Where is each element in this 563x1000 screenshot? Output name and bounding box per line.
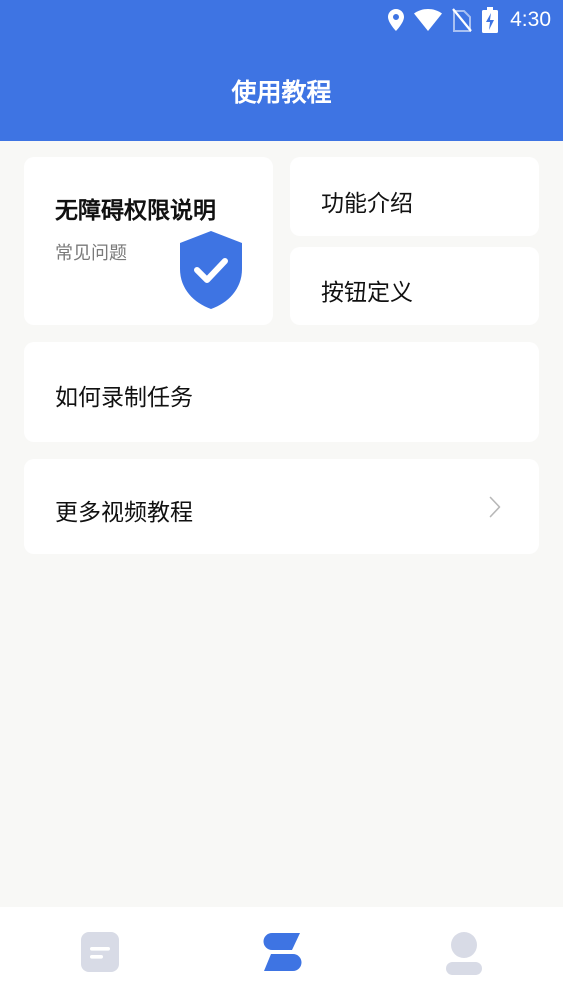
wifi-icon (414, 9, 443, 31)
nav-item-documents[interactable] (6, 907, 193, 1000)
features-intro-label: 功能介绍 (321, 191, 413, 217)
profile-icon (445, 932, 482, 975)
document-icon (80, 932, 119, 972)
nav-item-profile[interactable] (370, 907, 557, 1000)
chevron-right-icon (489, 496, 501, 518)
location-icon (388, 9, 405, 31)
header-bar: 4:30 使用教程 (0, 0, 563, 141)
status-bar: 4:30 (0, 0, 563, 40)
accessibility-card-title: 无障碍权限说明 (55, 198, 216, 224)
shield-check-icon (180, 231, 242, 309)
status-time: 4:30 (510, 8, 551, 31)
no-sim-icon (452, 8, 472, 32)
features-intro-card[interactable]: 功能介绍 (290, 157, 539, 236)
more-video-tutorials-card[interactable]: 更多视频教程 (24, 459, 539, 554)
more-video-tutorials-label: 更多视频教程 (55, 500, 193, 526)
button-definition-label: 按钮定义 (321, 280, 413, 306)
battery-charging-icon (482, 7, 499, 33)
accessibility-card-subtitle: 常见问题 (55, 243, 127, 264)
status-icons: 4:30 (388, 6, 551, 34)
tutorial-icon (263, 933, 301, 971)
page-title: 使用教程 (231, 78, 332, 107)
record-task-label: 如何录制任务 (55, 385, 193, 411)
record-task-card[interactable]: 如何录制任务 (24, 342, 539, 442)
accessibility-permission-card[interactable]: 无障碍权限说明 常见问题 (24, 157, 273, 325)
nav-item-tutorials[interactable] (188, 907, 375, 1000)
button-definition-card[interactable]: 按钮定义 (290, 247, 539, 325)
bottom-navigation (0, 907, 563, 1000)
